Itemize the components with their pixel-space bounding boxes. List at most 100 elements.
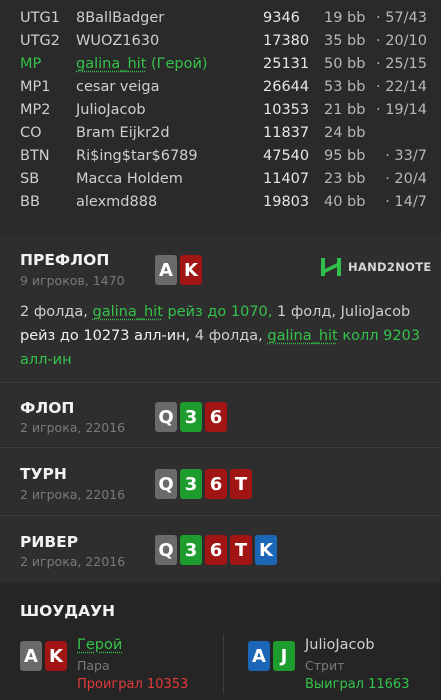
card: T <box>230 535 252 565</box>
hero-name-link[interactable]: galina_hit <box>76 56 146 72</box>
player-stats: · 22/14 <box>375 79 427 95</box>
card: 6 <box>205 469 227 499</box>
flop-board-cards: Q 3 6 <box>155 402 227 432</box>
hero-name-link[interactable]: galina_hit <box>267 328 337 344</box>
player-position: UTG1 <box>20 10 60 26</box>
player-name: Macca Holdem <box>76 171 183 187</box>
action-text: рейз до 10273 алл-ин, <box>20 328 195 344</box>
villain-showdown-name[interactable]: JulioJacob <box>305 637 375 653</box>
logo-text: HAND2NOTE <box>348 260 432 274</box>
player-row[interactable]: MP2 JulioJacob 10353 21 bb · 19/14 <box>0 101 441 124</box>
flop-title: ФЛОП <box>20 399 75 417</box>
player-position: MP <box>20 56 42 72</box>
preflop-action-text: 2 фолда, galina_hit рейз до 1070, 1 фолд… <box>20 300 430 372</box>
player-row-hero[interactable]: MP galina_hit (Герой) 25131 50 bb · 25/1… <box>0 55 441 78</box>
card: T <box>230 469 252 499</box>
card: A <box>248 641 270 671</box>
players-table: UTG1 8BallBadger 9346 19 bb · 57/43 UTG2… <box>0 0 441 221</box>
hero-showdown-name[interactable]: Герой <box>77 637 122 653</box>
hero-name-link[interactable]: galina_hit <box>93 304 163 320</box>
player-name: galina_hit (Герой) <box>76 56 208 72</box>
player-stack: 25131 <box>263 56 310 72</box>
villain-showdown-cards: A J <box>248 641 295 671</box>
card: 6 <box>205 402 227 432</box>
player-stats: · 20/4 <box>385 171 427 187</box>
hand2note-logo-icon <box>321 258 341 276</box>
card: Q <box>155 535 177 565</box>
player-name: JulioJacob <box>76 102 146 118</box>
player-stack: 11837 <box>263 125 310 141</box>
player-name: 8BallBadger <box>76 10 165 26</box>
player-stack: 26644 <box>263 79 310 95</box>
flop-subtitle: 2 игрока, 22016 <box>20 420 126 435</box>
player-row[interactable]: MP1 cesar veiga 26644 53 bb · 22/14 <box>0 78 441 101</box>
hero-showdown-cards: A K <box>20 641 67 671</box>
river-board-cards: Q 3 6 T K <box>155 535 277 565</box>
player-bb: 24 bb <box>324 125 366 141</box>
card: Q <box>155 469 177 499</box>
turn-board-cards: Q 3 6 T <box>155 469 252 499</box>
card: K <box>180 255 202 285</box>
player-position: BTN <box>20 148 50 164</box>
player-bb: 95 bb <box>324 148 366 164</box>
hand2note-logo: HAND2NOTE <box>320 256 432 278</box>
player-bb: 21 bb <box>324 102 366 118</box>
card: 3 <box>180 402 202 432</box>
player-bb: 19 bb <box>324 10 366 26</box>
card: A <box>20 641 42 671</box>
player-name: Bram Eijkr2d <box>76 125 170 141</box>
player-stack: 10353 <box>263 102 310 118</box>
hero-tag: (Герой) <box>151 56 208 72</box>
river-title: РИВЕР <box>20 533 79 551</box>
card: K <box>255 535 277 565</box>
villain-result: Выиграл 11663 <box>305 677 410 692</box>
villain-hand-rank: Стрит <box>305 658 345 673</box>
hero-hole-cards: A K <box>155 255 202 285</box>
player-stack: 17380 <box>263 33 310 49</box>
player-bb: 35 bb <box>324 33 366 49</box>
player-name: WUOZ1630 <box>76 33 160 49</box>
hero-hand-rank: Пара <box>77 658 110 673</box>
player-position: MP2 <box>20 102 51 118</box>
player-stats: · 33/7 <box>385 148 427 164</box>
card: 3 <box>180 535 202 565</box>
player-bb: 50 bb <box>324 56 366 72</box>
hero-result: Проиграл 10353 <box>77 677 189 692</box>
river-subtitle: 2 игрока, 22016 <box>20 554 126 569</box>
action-text: 4 фолда, <box>194 328 268 344</box>
showdown-title: ШОУДАУН <box>20 602 115 620</box>
player-position: BB <box>20 194 40 210</box>
player-bb: 23 bb <box>324 171 366 187</box>
preflop-subtitle: 9 игроков, 1470 <box>20 273 125 288</box>
card: 6 <box>205 535 227 565</box>
turn-title: ТУРН <box>20 465 67 483</box>
player-position: SB <box>20 171 40 187</box>
player-row[interactable]: UTG1 8BallBadger 9346 19 bb · 57/43 <box>0 9 441 32</box>
player-row[interactable]: CO Bram Eijkr2d 11837 24 bb <box>0 124 441 147</box>
player-name: Ri$ing$tar$6789 <box>76 148 198 164</box>
player-name: alexmd888 <box>76 194 158 210</box>
player-position: UTG2 <box>20 33 60 49</box>
player-row[interactable]: BB alexmd888 19803 40 bb · 14/7 <box>0 193 441 216</box>
player-row[interactable]: SB Macca Holdem 11407 23 bb · 20/4 <box>0 170 441 193</box>
player-stats: · 25/15 <box>375 56 427 72</box>
action-text: 1 фолд, JulioJacob <box>277 304 411 320</box>
player-stack: 19803 <box>263 194 310 210</box>
player-stats: · 14/7 <box>385 194 427 210</box>
player-row[interactable]: UTG2 WUOZ1630 17380 35 bb · 20/10 <box>0 32 441 55</box>
card: 3 <box>180 469 202 499</box>
player-name: cesar veiga <box>76 79 160 95</box>
action-text: рейз до 1070, <box>162 304 277 320</box>
player-stack: 9346 <box>263 10 300 26</box>
card: K <box>45 641 67 671</box>
player-stack: 11407 <box>263 171 310 187</box>
action-text: 2 фолда, <box>20 304 93 320</box>
player-bb: 53 bb <box>324 79 366 95</box>
card: A <box>155 255 177 285</box>
player-stack: 47540 <box>263 148 310 164</box>
player-position: CO <box>20 125 42 141</box>
player-stats: · 20/10 <box>375 33 427 49</box>
turn-subtitle: 2 игрока, 22016 <box>20 487 126 502</box>
player-bb: 40 bb <box>324 194 366 210</box>
player-row[interactable]: BTN Ri$ing$tar$6789 47540 95 bb · 33/7 <box>0 147 441 170</box>
